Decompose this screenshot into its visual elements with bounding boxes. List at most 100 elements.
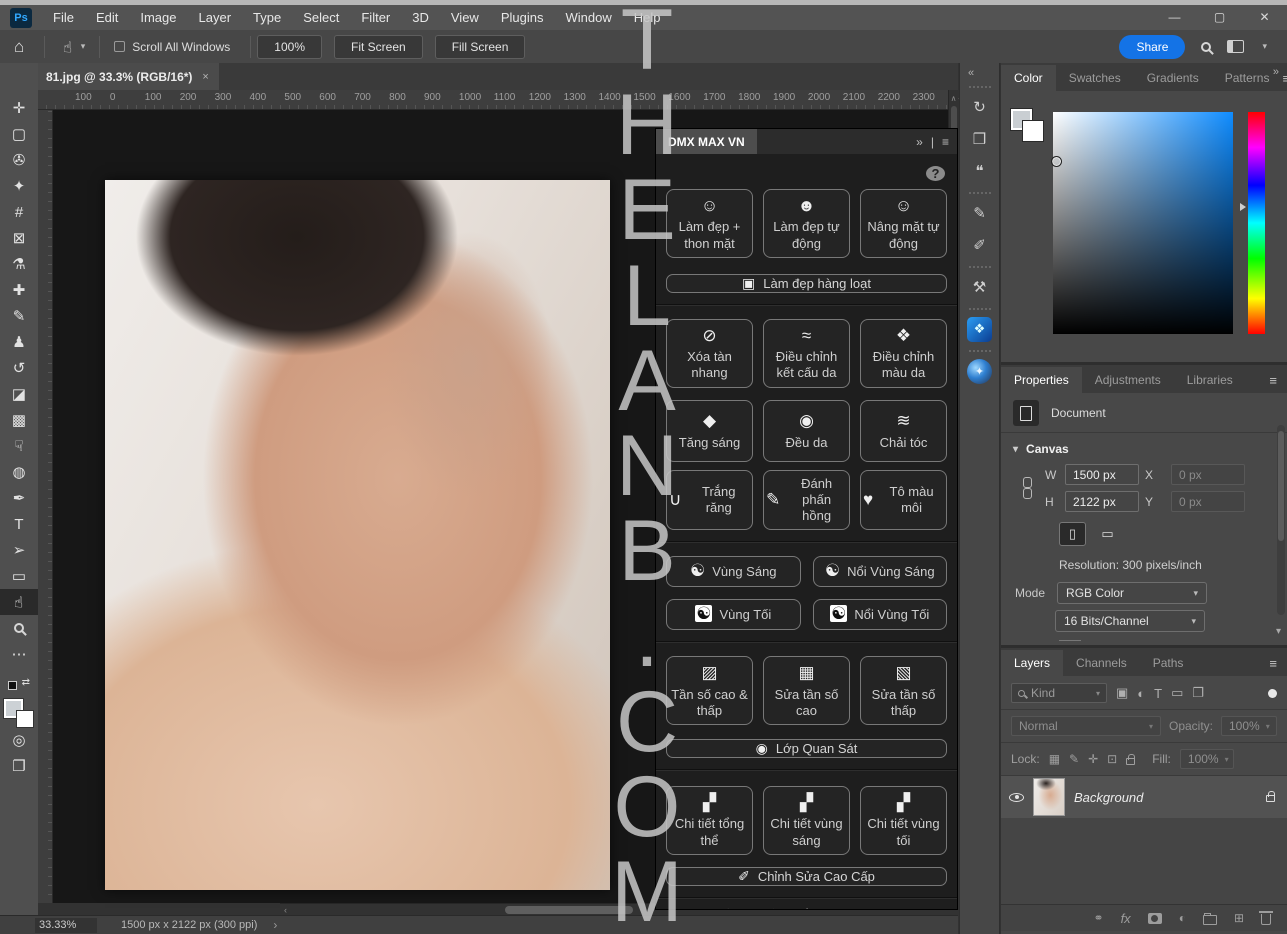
whiten-teeth-button[interactable]: ∪ Trắng răng: [666, 470, 753, 531]
fill-select[interactable]: 100% ▾: [1180, 749, 1234, 769]
hand-tool-icon[interactable]: ☜: [51, 38, 78, 56]
expand-panels-icon[interactable]: »: [1273, 66, 1279, 78]
document-icon-button[interactable]: [1013, 400, 1039, 426]
portrait-orientation-button[interactable]: ▯: [1059, 522, 1086, 546]
filter-type-layers-icon[interactable]: T: [1154, 686, 1162, 701]
brush-settings-icon[interactable]: ✎: [959, 197, 1000, 229]
lock-all-icon[interactable]: [1126, 758, 1135, 765]
lock-artboard-icon[interactable]: ⊡: [1107, 752, 1117, 766]
panel-menu-icon[interactable]: ≡: [1269, 373, 1287, 393]
chevron-down-icon[interactable]: ▾: [1260, 41, 1275, 52]
filter-pixel-layers-icon[interactable]: ▣: [1116, 685, 1128, 701]
add-mask-icon[interactable]: [1148, 913, 1162, 924]
gradient-tool[interactable]: ▩: [0, 407, 38, 433]
share-button[interactable]: Share: [1119, 35, 1185, 59]
menu-plugins[interactable]: Plugins: [490, 5, 555, 30]
lip-color-button[interactable]: ♥ Tô màu môi: [860, 470, 947, 531]
shadow-area-button[interactable]: ☯ Vùng Tối: [666, 599, 801, 630]
highlight-area-button[interactable]: ☯ Vùng Sáng: [666, 556, 801, 587]
menu-type[interactable]: Type: [242, 5, 292, 30]
smudge-tool[interactable]: ☟: [0, 433, 38, 459]
adjustment-layer-icon[interactable]: ◐: [1179, 911, 1186, 925]
fix-high-frequency-button[interactable]: ▦ Sửa tần số cao: [763, 656, 850, 725]
background-color-swatch[interactable]: [1023, 121, 1043, 141]
width-field[interactable]: [1065, 464, 1139, 485]
menu-view[interactable]: View: [440, 5, 490, 30]
brushes-icon[interactable]: ✐: [959, 229, 1000, 261]
eraser-tool[interactable]: ◪: [0, 381, 38, 407]
patch-icon[interactable]: ▱: [877, 906, 890, 909]
move-tool[interactable]: ✛: [0, 95, 38, 121]
fill-screen-button[interactable]: Fill Screen: [435, 35, 526, 59]
lasso-tool[interactable]: ✇: [0, 147, 38, 173]
dodge-tool[interactable]: ◍: [0, 459, 38, 485]
comments-icon[interactable]: ❝: [959, 155, 1000, 187]
filter-adjustment-layers-icon[interactable]: ◐: [1137, 686, 1145, 701]
tool-presets-icon[interactable]: ⚒: [959, 271, 1000, 303]
tab-swatches[interactable]: Swatches: [1056, 65, 1134, 91]
tab-libraries[interactable]: Libraries: [1174, 367, 1246, 393]
tab-paths[interactable]: Paths: [1140, 650, 1197, 676]
tab-color[interactable]: Color: [1001, 65, 1056, 91]
tab-properties[interactable]: Properties: [1001, 367, 1082, 393]
saturation-brightness-field[interactable]: [1053, 112, 1233, 334]
raise-shadow-button[interactable]: ☯ Nổi Vùng Tối: [813, 599, 948, 630]
maximize-button[interactable]: ▢: [1197, 5, 1242, 30]
libraries-icon[interactable]: ❒: [959, 123, 1000, 155]
brighten-button[interactable]: ◆ Tăng sáng: [666, 400, 753, 462]
history-brush-icon[interactable]: ↺: [839, 906, 853, 909]
path-selection-tool[interactable]: ➢: [0, 537, 38, 563]
edit-toolbar-button[interactable]: ⋯: [0, 641, 38, 667]
quick-mask-button[interactable]: ◎: [0, 727, 38, 753]
link-layers-icon[interactable]: ⚭: [1094, 911, 1104, 925]
photo-document[interactable]: [105, 180, 610, 890]
scroll-thumb[interactable]: [1278, 431, 1284, 541]
eyedropper-tool[interactable]: ⚗: [0, 251, 38, 277]
mixer-brush-icon[interactable]: ✐: [761, 906, 775, 909]
help-icon[interactable]: ?: [926, 166, 945, 181]
hand-tool[interactable]: ☜: [0, 589, 38, 615]
scroll-up-arrow[interactable]: ∧: [949, 90, 958, 103]
height-field[interactable]: [1065, 491, 1139, 512]
scroll-all-windows-checkbox[interactable]: [114, 41, 125, 52]
beautify-slim-face-button[interactable]: ☺ Làm đẹp + thon mặt: [666, 189, 753, 258]
new-layer-icon[interactable]: ⊞: [1234, 911, 1244, 925]
menu-edit[interactable]: Edit: [85, 5, 129, 30]
history-brush-tool[interactable]: ↺: [0, 355, 38, 381]
adjust-skin-color-button[interactable]: ❖ Điều chỉnh màu da: [860, 319, 947, 388]
auto-beautify-button[interactable]: ☻ Làm đẹp tự động: [763, 189, 850, 258]
panel-menu-icon[interactable]: ≡: [1269, 656, 1287, 676]
plugin-sphere-icon[interactable]: ✦: [959, 355, 1000, 387]
blend-mode-select[interactable]: Normal ▾: [1011, 716, 1161, 736]
chevron-down-icon[interactable]: ▾: [79, 41, 94, 52]
tab-layers[interactable]: Layers: [1001, 650, 1063, 676]
panel-menu-icon[interactable]: ≡: [1282, 71, 1287, 91]
clone-stamp-tool[interactable]: ♟: [0, 329, 38, 355]
zoom-level-field[interactable]: [35, 918, 97, 933]
layer-lock-icon[interactable]: [1266, 795, 1275, 802]
blush-button[interactable]: ✎ Đánh phấn hồng: [763, 470, 850, 531]
pen-tool[interactable]: ✒: [0, 485, 38, 511]
menu-image[interactable]: Image: [129, 5, 187, 30]
landscape-orientation-button[interactable]: ▭: [1094, 522, 1121, 546]
clone-stamp-icon[interactable]: ♟: [799, 906, 814, 909]
brush-icon[interactable]: ✎: [723, 906, 737, 909]
plugin-cube-icon[interactable]: ❖: [959, 313, 1000, 345]
menu-layer[interactable]: Layer: [188, 5, 243, 30]
hue-marker-icon[interactable]: [1240, 203, 1246, 211]
type-tool[interactable]: T: [0, 511, 38, 537]
highlight-detail-button[interactable]: ▞ Chi tiết vùng sáng: [763, 786, 850, 855]
high-low-frequency-button[interactable]: ▨ Tần số cao & thấp: [666, 656, 753, 725]
advanced-edit-button[interactable]: ✐ Chỉnh Sửa Cao Cấp: [666, 867, 947, 886]
drag-handle[interactable]: [969, 350, 991, 352]
filter-kind-select[interactable]: Kind ▾: [1011, 683, 1107, 703]
object-selection-tool[interactable]: ✦: [0, 173, 38, 199]
color-swatch-pair[interactable]: [1011, 109, 1047, 145]
search-icon[interactable]: [1201, 42, 1211, 52]
raise-highlight-button[interactable]: ☯ Nổi Vùng Sáng: [813, 556, 948, 587]
menu-select[interactable]: Select: [292, 5, 350, 30]
drag-handle[interactable]: [969, 192, 991, 194]
menu-window[interactable]: Window: [554, 5, 622, 30]
dmx-panel-tab[interactable]: DMX MAX VN: [656, 129, 757, 154]
color-picker-cursor[interactable]: [1051, 156, 1062, 167]
